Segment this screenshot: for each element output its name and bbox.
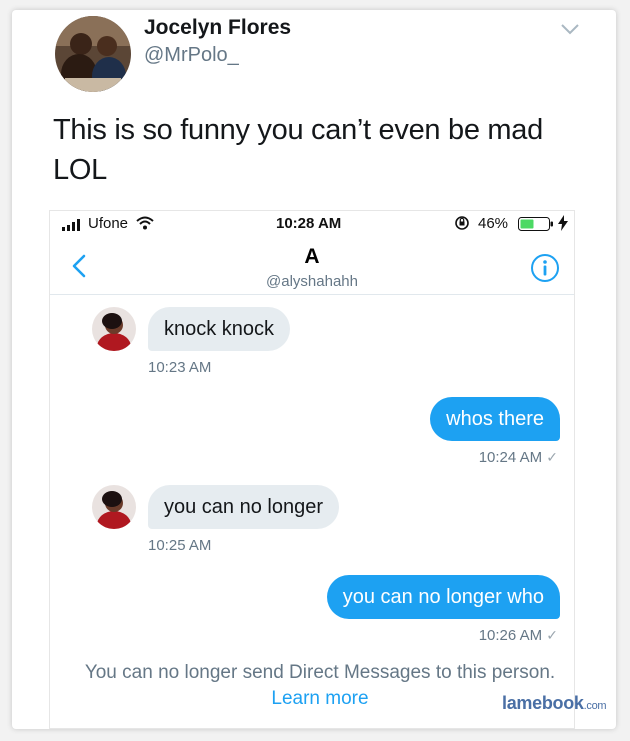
sender-avatar[interactable] <box>92 307 136 351</box>
notice-text: You can no longer send Direct Messages t… <box>84 662 556 683</box>
conversation-handle: @alyshahahh <box>266 273 358 290</box>
signal-icon <box>62 218 84 235</box>
wifi-icon <box>136 216 154 234</box>
chevron-down-icon[interactable] <box>558 20 582 38</box>
message-timestamp-row: 10:24 AM ✓ <box>479 449 558 466</box>
message-timestamp: 10:25 AM <box>148 537 212 554</box>
author-avatar[interactable] <box>55 16 131 92</box>
conversation-header: A @alyshahahh <box>50 237 574 295</box>
info-icon[interactable] <box>530 253 560 283</box>
sender-avatar[interactable] <box>92 485 136 529</box>
message-bubble-incoming[interactable]: you can no longer <box>148 485 340 529</box>
message-bubble-incoming[interactable]: knock knock <box>148 307 291 351</box>
author-name[interactable]: Jocelyn Flores <box>144 16 291 40</box>
tweet-card: Jocelyn Flores @MrPolo_ This is so funny… <box>12 10 616 729</box>
battery-icon <box>518 217 554 235</box>
carrier-label: Ufone <box>88 215 129 232</box>
author-handle[interactable]: @MrPolo_ <box>144 44 239 67</box>
status-bar: Ufone 10:28 AM 46% <box>50 211 574 237</box>
watermark: lamebook.com <box>502 693 607 714</box>
orientation-lock-icon <box>454 215 470 235</box>
learn-more-link[interactable]: Learn more <box>271 688 368 709</box>
message-bubble-outgoing[interactable]: whos there <box>430 397 560 441</box>
charging-icon <box>558 215 568 235</box>
message-timestamp: 10:23 AM <box>148 359 212 376</box>
message-timestamp: 10:26 AM <box>478 627 543 644</box>
sent-check-icon: ✓ <box>546 449 558 465</box>
status-time: 10:28 AM <box>276 215 342 232</box>
dm-screenshot: Ufone 10:28 AM 46% A @alyshahahh knock k… <box>49 210 575 729</box>
sent-check-icon: ✓ <box>546 627 558 643</box>
watermark-tld: .com <box>583 700 607 712</box>
watermark-brand: lamebook <box>502 693 584 713</box>
message-timestamp: 10:24 AM <box>478 449 543 466</box>
battery-percent: 46% <box>478 215 509 232</box>
message-bubble-outgoing[interactable]: you can no longer who <box>326 575 560 619</box>
message-timestamp-row: 10:26 AM ✓ <box>479 627 558 644</box>
conversation-name: A <box>304 245 320 268</box>
dm-disabled-notice: You can no longer send Direct Messages t… <box>80 660 560 712</box>
tweet-text: This is so funny you can’t even be mad L… <box>53 114 543 186</box>
